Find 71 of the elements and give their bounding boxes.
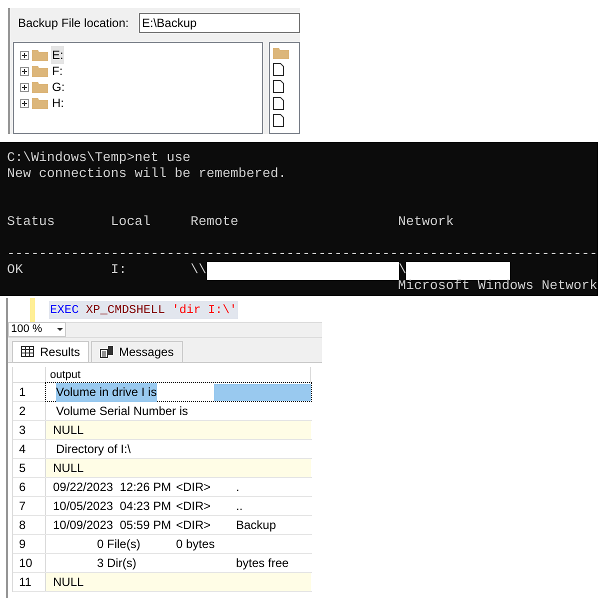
row-number: 6	[13, 478, 46, 496]
drive-item[interactable]: G:	[51, 78, 66, 96]
cell-text: <DIR>	[176, 478, 211, 496]
output-cell[interactable]: Volume in drive I is	[46, 382, 311, 401]
console-line: New connections will be remembered.	[7, 166, 286, 182]
output-cell[interactable]: NULL	[46, 572, 311, 591]
caret-icon	[57, 328, 63, 332]
output-cell[interactable]: 10/09/2023 05:59 PM <DIR> Backup	[46, 516, 311, 534]
drive-item[interactable]: F:	[51, 62, 64, 80]
cell-text: NULL	[53, 574, 84, 591]
expand-icon[interactable]	[20, 98, 29, 108]
folder-icon	[32, 81, 48, 93]
result-tab[interactable]: Messages	[91, 340, 183, 362]
grid-icon	[21, 346, 34, 358]
cell-text: 0 File(s)	[97, 536, 140, 553]
document-icon	[100, 346, 114, 358]
folder-icon	[32, 49, 48, 61]
location-field[interactable]: E:\Backup	[139, 13, 300, 33]
output-cell[interactable]: NULL	[46, 458, 311, 477]
cell-text: <DIR>	[176, 516, 211, 534]
cell-text: Directory of I:\	[56, 440, 131, 458]
result-tab[interactable]: Results	[12, 340, 90, 362]
expand-icon[interactable]	[20, 82, 29, 92]
cell-text: bytes free	[236, 554, 289, 572]
file-icon	[273, 80, 284, 93]
row-number: 9	[13, 534, 46, 553]
cell-text: 10/09/2023 05:59 PM	[53, 516, 172, 534]
output-cell[interactable]: 0 File(s) 0 bytes	[46, 534, 311, 553]
output-cell[interactable]: Directory of I:\	[46, 440, 311, 458]
file-icon	[273, 114, 284, 127]
cell-text: 3 Dir(s)	[97, 554, 136, 572]
expand-icon[interactable]	[20, 50, 29, 60]
output-cell[interactable]: 09/22/2023 12:26 PM <DIR> .	[46, 478, 311, 496]
cell-text: Backup	[236, 516, 276, 534]
cell-text: .	[236, 478, 240, 496]
row-number: 7	[13, 496, 46, 515]
cell-text: 10/05/2023 04:23 PM	[53, 498, 172, 515]
output-cell[interactable]: NULL	[46, 420, 311, 439]
row-number: 4	[13, 440, 46, 458]
change-margin-bar	[30, 298, 35, 322]
console-line: \	[398, 262, 406, 278]
console-line: OK I: \\	[7, 262, 206, 278]
cell-text: NULL	[53, 422, 84, 439]
drive-item[interactable]: E:	[51, 46, 64, 64]
console-line: C:\Windows\Temp>net use	[7, 150, 191, 166]
field-label: Backup File location:	[18, 15, 130, 32]
row-number: 1	[13, 382, 46, 401]
cell-text: Volume in drive I is	[56, 382, 157, 402]
folder-icon	[32, 97, 48, 109]
zoom-dropdown[interactable]: 100 %	[8, 322, 66, 338]
row-number: 2	[13, 402, 46, 420]
cell-text: 0 bytes	[176, 536, 215, 553]
file-icon	[273, 97, 284, 110]
console-line: Status Local Remote Network	[7, 214, 454, 230]
cell-text: ..	[236, 498, 243, 515]
console-line: --------------------------------------------------------------------------	[7, 246, 598, 262]
output-cell[interactable]: 3 Dir(s) bytes free	[46, 554, 311, 572]
cell-text: Volume Serial Number is	[56, 402, 188, 420]
cell-text: <DIR>	[176, 498, 211, 515]
row-number: 10	[13, 554, 46, 572]
file-icon	[273, 63, 284, 76]
console-line: Microsoft Windows Network	[396, 278, 598, 294]
output-cell[interactable]: 10/05/2023 04:23 PM <DIR> ..	[46, 496, 311, 515]
row-number: 8	[13, 516, 46, 534]
folder-icon	[32, 65, 48, 77]
cell-text: 09/22/2023 12:26 PM	[53, 478, 172, 496]
cell-text: NULL	[53, 460, 84, 477]
output-cell[interactable]: Volume Serial Number is	[46, 402, 311, 420]
drive-item[interactable]: H:	[51, 94, 65, 112]
folder-icon	[273, 47, 289, 59]
expand-icon[interactable]	[20, 66, 29, 76]
